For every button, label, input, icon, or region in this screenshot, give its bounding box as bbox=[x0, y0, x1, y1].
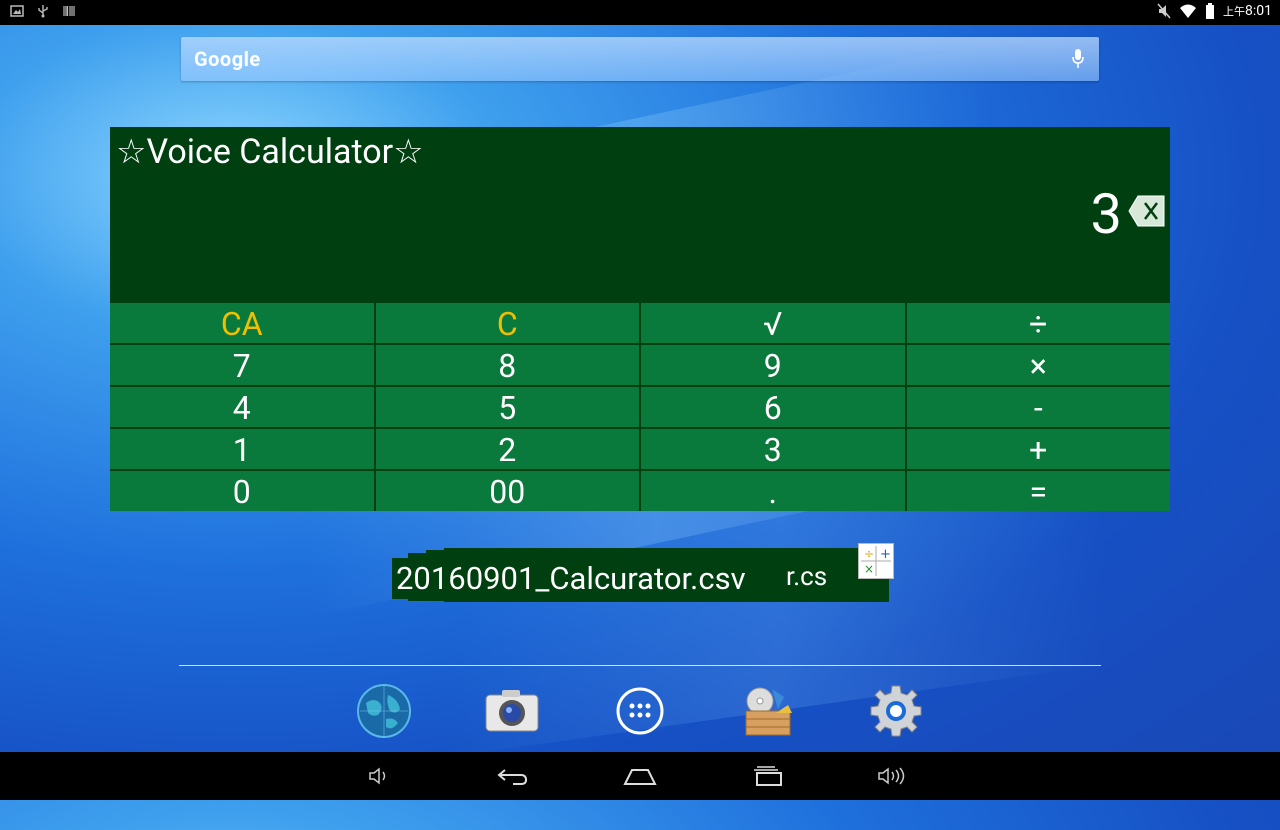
calculator-title: ☆Voice Calculator☆ bbox=[116, 132, 424, 172]
battery-icon bbox=[1206, 3, 1214, 19]
file-manager-icon[interactable] bbox=[739, 682, 797, 740]
clock: 8:01 bbox=[1245, 3, 1272, 19]
screenshot-notification-icon bbox=[10, 5, 24, 17]
dock-divider bbox=[179, 665, 1101, 666]
volume-down-icon[interactable] bbox=[360, 762, 400, 790]
recents-icon[interactable] bbox=[748, 762, 788, 790]
volume-up-icon[interactable] bbox=[874, 762, 914, 790]
dock bbox=[0, 682, 1280, 742]
back-icon[interactable] bbox=[492, 762, 532, 790]
backspace-icon[interactable] bbox=[1128, 193, 1166, 229]
google-logo: Google bbox=[194, 47, 261, 71]
key-decimal[interactable]: . bbox=[641, 471, 905, 511]
status-bar: 上午8:01 bbox=[0, 0, 1280, 25]
browser-icon[interactable] bbox=[355, 682, 413, 740]
barcode-icon bbox=[63, 6, 75, 16]
key-9[interactable]: 9 bbox=[641, 345, 905, 385]
calculator-keypad: CA C √ ÷ 7 8 9 × 4 5 6- 1 2 3 +0 00. = bbox=[110, 303, 1170, 511]
key-2[interactable]: 2 bbox=[375, 429, 639, 469]
key-7[interactable]: 7 bbox=[110, 345, 374, 385]
svg-text:÷: ÷ bbox=[864, 547, 874, 561]
wifi-icon bbox=[1180, 4, 1196, 18]
file-label-overlap-text: r.cs bbox=[786, 562, 828, 592]
key-3[interactable]: 3 bbox=[641, 429, 905, 469]
app-drawer-icon[interactable] bbox=[611, 682, 669, 740]
home-icon[interactable] bbox=[620, 762, 660, 790]
navigation-bar bbox=[0, 752, 1280, 800]
settings-icon[interactable] bbox=[867, 682, 925, 740]
key-5[interactable]: 5 bbox=[375, 387, 639, 427]
key-clear-all[interactable]: CA bbox=[110, 303, 374, 343]
key-8[interactable]: 8 bbox=[375, 345, 639, 385]
key-clear[interactable]: C bbox=[375, 303, 639, 343]
key-sqrt[interactable]: √ bbox=[641, 303, 905, 343]
key-multiply[interactable]: × bbox=[906, 345, 1170, 385]
calculator-display: 3 bbox=[1090, 181, 1122, 247]
svg-text:×: × bbox=[864, 562, 874, 576]
key-plus[interactable]: + bbox=[906, 429, 1170, 469]
microphone-icon[interactable] bbox=[1071, 48, 1085, 70]
key-divide[interactable]: ÷ bbox=[906, 303, 1170, 343]
key-6[interactable]: 6 bbox=[641, 387, 905, 427]
key-1[interactable]: 1 bbox=[110, 429, 374, 469]
svg-text:+: + bbox=[880, 547, 891, 562]
file-shortcut-label[interactable]: 20160901_Calcurator.csv bbox=[392, 558, 750, 599]
key-4[interactable]: 4 bbox=[110, 387, 374, 427]
key-00[interactable]: 00 bbox=[375, 471, 639, 511]
mute-icon bbox=[1157, 3, 1171, 19]
time-ampm: 上午 bbox=[1223, 5, 1245, 18]
voice-calculator-widget: ☆Voice Calculator☆ 3 CA C √ ÷ 7 8 9 × 4 5 6-1 2 3 +0 0… bbox=[110, 127, 1170, 511]
calculator-app-icon[interactable]: ÷ + × bbox=[858, 543, 894, 579]
google-search-bar[interactable]: Google bbox=[181, 37, 1099, 81]
key-minus[interactable]: - bbox=[906, 387, 1170, 427]
usb-icon bbox=[38, 5, 48, 18]
camera-icon[interactable] bbox=[483, 682, 541, 740]
key-0[interactable]: 0 bbox=[110, 471, 374, 511]
key-equals[interactable]: = bbox=[906, 471, 1170, 511]
